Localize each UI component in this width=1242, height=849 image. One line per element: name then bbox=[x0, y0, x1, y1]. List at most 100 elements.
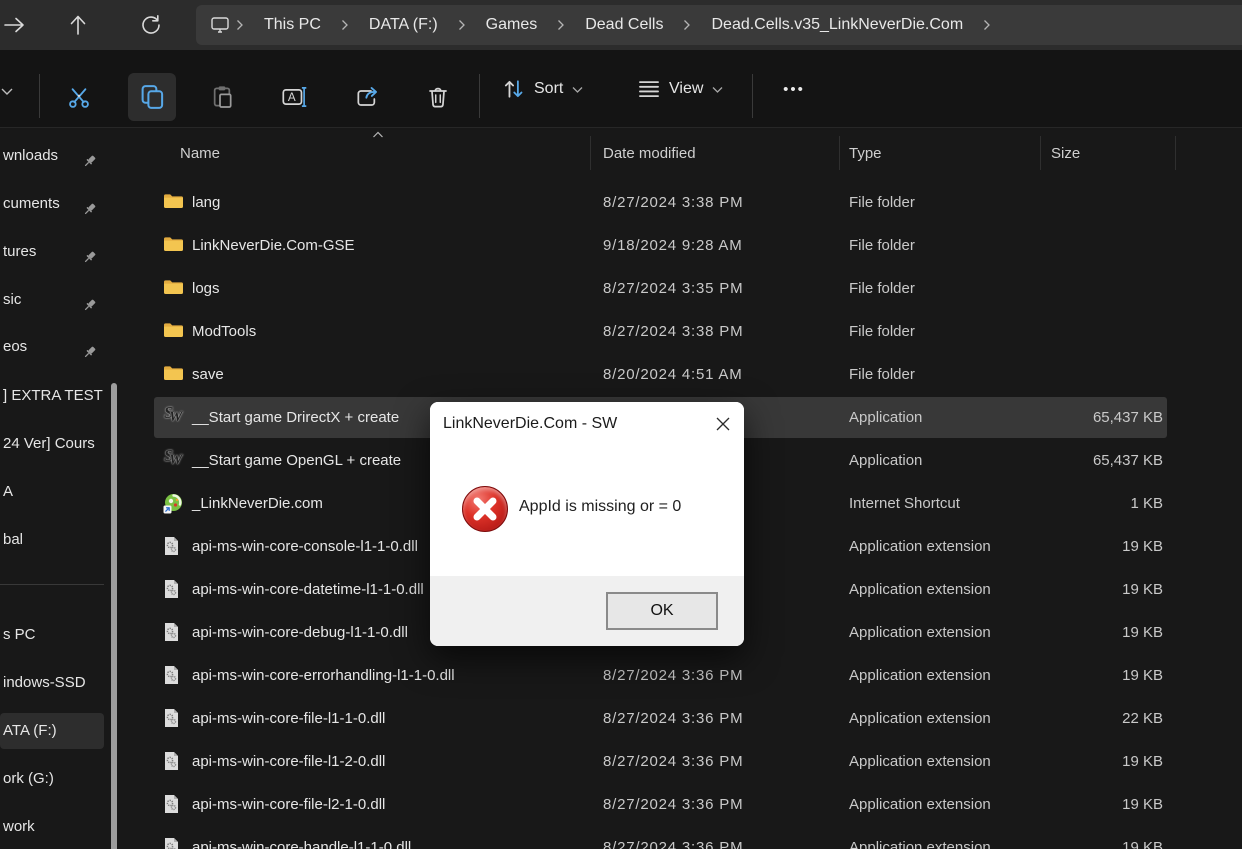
column-header-size[interactable]: Size bbox=[1051, 134, 1080, 174]
share-button[interactable] bbox=[347, 77, 387, 117]
breadcrumb-chevron-icon bbox=[977, 19, 997, 31]
sidebar-item-label: 24 Ver] Cours bbox=[3, 435, 95, 452]
sidebar-item[interactable]: s PC bbox=[0, 618, 104, 652]
file-type: File folder bbox=[849, 237, 915, 254]
column-separator[interactable] bbox=[1040, 136, 1041, 170]
file-type: Application extension bbox=[849, 796, 991, 813]
rename-button[interactable]: A bbox=[275, 77, 315, 117]
breadcrumb-item[interactable]: DATA (F:) bbox=[355, 16, 452, 34]
column-header-date[interactable]: Date modified bbox=[603, 134, 696, 174]
column-separator[interactable] bbox=[1175, 136, 1176, 170]
up-button[interactable] bbox=[66, 13, 90, 37]
pin-icon bbox=[82, 339, 97, 364]
file-type: Application extension bbox=[849, 667, 991, 684]
sidebar-item[interactable]: work bbox=[0, 810, 104, 844]
sort-button[interactable]: Sort bbox=[503, 50, 583, 128]
file-name: api-ms-win-core-file-l1-2-0.dll bbox=[192, 753, 386, 770]
table-row[interactable]: ModTools 8/27/2024 3:38 PM File folder bbox=[130, 310, 1242, 353]
refresh-button[interactable] bbox=[139, 13, 163, 37]
table-row[interactable]: api-ms-win-core-handle-l1-1-0.dll 8/27/20… bbox=[130, 826, 1242, 849]
pin-icon bbox=[82, 244, 97, 269]
more-options-button[interactable]: ••• bbox=[770, 50, 818, 128]
sw-app-icon: SW bbox=[164, 446, 183, 468]
table-row[interactable]: api-ms-win-core-file-l2-1-0.dll 8/27/2024… bbox=[130, 783, 1242, 826]
column-header-name[interactable]: Name bbox=[180, 134, 220, 174]
forward-button[interactable] bbox=[2, 13, 26, 37]
command-toolbar: A Sort View ••• bbox=[0, 50, 1242, 128]
column-header-type[interactable]: Type bbox=[849, 134, 882, 174]
dll-file-icon bbox=[163, 536, 184, 557]
dll-file-icon bbox=[163, 837, 184, 849]
breadcrumb-item[interactable]: Dead Cells bbox=[571, 16, 677, 34]
trash-icon bbox=[429, 87, 447, 108]
sidebar-item[interactable]: tures bbox=[0, 235, 104, 269]
file-explorer-window: This PC DATA (F:) Games Dead Cells Dead.Cell… bbox=[0, 0, 1242, 849]
column-separator[interactable] bbox=[839, 136, 840, 170]
file-type: File folder bbox=[849, 366, 915, 383]
file-name: api-ms-win-core-console-l1-1-0.dll bbox=[192, 538, 418, 555]
file-date-modified: 8/27/2024 3:38 PM bbox=[603, 323, 744, 340]
sort-icon bbox=[504, 80, 523, 98]
sidebar-item-label: work bbox=[3, 818, 35, 835]
table-row[interactable]: logs 8/27/2024 3:35 PM File folder bbox=[130, 267, 1242, 310]
sidebar-item-label: ATA (F:) bbox=[3, 722, 57, 739]
breadcrumb-chevron-icon bbox=[677, 19, 697, 31]
dialog-title: LinkNeverDie.Com - SW bbox=[443, 415, 618, 432]
file-date-modified: 8/27/2024 3:36 PM bbox=[603, 753, 744, 770]
address-bar[interactable]: This PC DATA (F:) Games Dead Cells Dead.Cell… bbox=[196, 5, 1242, 45]
table-row[interactable]: lang 8/27/2024 3:38 PM File folder bbox=[130, 181, 1242, 224]
sidebar-scrollbar[interactable] bbox=[111, 383, 117, 849]
pin-icon bbox=[82, 292, 97, 317]
table-row[interactable]: save 8/20/2024 4:51 AM File folder bbox=[130, 353, 1242, 396]
sidebar-item[interactable]: 24 Ver] Cours bbox=[0, 427, 104, 461]
breadcrumb-item[interactable]: This PC bbox=[250, 16, 335, 34]
sidebar-item[interactable]: eos bbox=[0, 330, 104, 364]
sidebar-item[interactable]: sic bbox=[0, 283, 104, 317]
view-list-icon bbox=[639, 81, 659, 98]
copy-button[interactable] bbox=[128, 73, 176, 121]
file-size: 19 KB bbox=[1122, 624, 1163, 641]
breadcrumb-item[interactable]: Dead.Cells.v35_LinkNeverDie.Com bbox=[697, 16, 977, 34]
scissors-icon bbox=[69, 88, 89, 108]
table-row[interactable]: api-ms-win-core-file-l1-2-0.dll 8/27/2024… bbox=[130, 740, 1242, 783]
sidebar-item[interactable]: A bbox=[0, 475, 104, 509]
sidebar-item-label: eos bbox=[3, 338, 28, 355]
dll-file-icon bbox=[163, 794, 184, 815]
breadcrumb-item[interactable]: Games bbox=[472, 16, 552, 34]
table-row[interactable]: api-ms-win-core-errorhandling-l1-1-0.dll… bbox=[130, 654, 1242, 697]
file-size: 19 KB bbox=[1122, 753, 1163, 770]
file-date-modified: 8/20/2024 4:51 AM bbox=[603, 366, 743, 383]
dll-file-icon bbox=[163, 579, 184, 600]
breadcrumb-chevron-icon bbox=[335, 19, 355, 31]
folder-icon bbox=[163, 278, 184, 299]
table-row[interactable]: api-ms-win-core-file-l1-1-0.dll 8/27/2024… bbox=[130, 697, 1242, 740]
sidebar-item[interactable]: ATA (F:) bbox=[0, 713, 104, 749]
file-size: 65,437 KB bbox=[1092, 452, 1163, 469]
file-size: 19 KB bbox=[1122, 538, 1163, 555]
file-type: Application extension bbox=[849, 538, 991, 555]
table-row[interactable]: LinkNeverDie.Com-GSE 9/18/2024 9:28 AM Fil… bbox=[130, 224, 1242, 267]
sidebar-item[interactable]: ork (G:) bbox=[0, 762, 104, 796]
file-date-modified: 8/27/2024 3:36 PM bbox=[603, 796, 744, 813]
sidebar-item[interactable]: bal bbox=[0, 523, 104, 557]
sidebar-item-label: tures bbox=[3, 243, 37, 260]
paste-icon bbox=[213, 86, 232, 108]
paste-button[interactable] bbox=[202, 77, 242, 117]
file-name: lang bbox=[192, 194, 221, 211]
view-button[interactable]: View bbox=[638, 50, 723, 128]
sidebar-item[interactable]: indows-SSD bbox=[0, 666, 104, 700]
ok-button[interactable]: OK bbox=[606, 592, 718, 630]
column-separator[interactable] bbox=[590, 136, 591, 170]
sidebar-item[interactable]: wnloads bbox=[0, 139, 104, 173]
file-name: api-ms-win-core-errorhandling-l1-1-0.dll bbox=[192, 667, 455, 684]
close-button[interactable] bbox=[714, 415, 732, 433]
file-name: __Start game OpenGL + create bbox=[192, 452, 402, 469]
sidebar-item[interactable]: cuments bbox=[0, 187, 104, 221]
error-dialog: LinkNeverDie.Com - SW AppId is missing o… bbox=[430, 402, 744, 646]
cut-button[interactable] bbox=[59, 77, 99, 117]
new-dropdown-chevron-icon[interactable] bbox=[1, 83, 13, 95]
file-date-modified: 8/27/2024 3:35 PM bbox=[603, 280, 744, 297]
dialog-titlebar[interactable]: LinkNeverDie.Com - SW bbox=[430, 402, 744, 446]
delete-button[interactable] bbox=[418, 77, 458, 117]
sidebar-item[interactable]: ] EXTRA TEST bbox=[0, 379, 104, 413]
